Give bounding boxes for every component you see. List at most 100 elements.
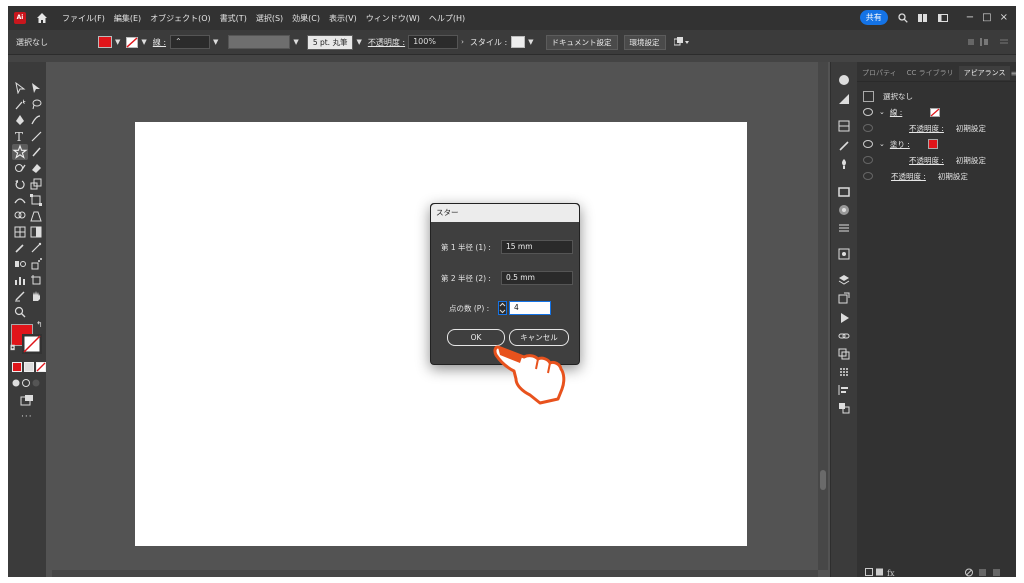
radius2-input[interactable]: 0.5 mm [501, 271, 573, 285]
fill-opacity-row[interactable]: 不透明度 : 初期設定 [857, 152, 1016, 168]
transparency-icon[interactable] [838, 222, 850, 234]
gradient-tool-icon[interactable] [30, 226, 42, 238]
lasso-icon[interactable] [30, 98, 42, 110]
actions-icon[interactable] [838, 312, 850, 324]
close-icon[interactable]: × [1000, 12, 1008, 23]
rotate-tool-icon[interactable] [14, 178, 26, 190]
eyedropper-icon[interactable] [14, 242, 26, 254]
menu-view[interactable]: 表示(V) [329, 13, 357, 24]
chevron-down-icon[interactable]: ▼ [213, 38, 218, 46]
edit-toolbar-icon[interactable]: ··· [21, 412, 33, 422]
eye-icon[interactable] [863, 108, 873, 116]
perspective-grid-icon[interactable] [30, 210, 42, 222]
maximize-icon[interactable]: □ [982, 12, 991, 23]
draw-modes-icon[interactable] [12, 378, 42, 388]
panel-menu-icon[interactable]: ≡ [1010, 69, 1016, 78]
chevron-down-icon[interactable]: ⌄ [879, 108, 885, 116]
width-tool-icon[interactable] [14, 194, 26, 206]
shaper-tool-icon[interactable] [14, 162, 26, 174]
brush-definition[interactable]: 5 pt. 丸筆 [306, 34, 354, 50]
color-panel-icon[interactable] [838, 74, 850, 86]
fill-swatch[interactable] [98, 36, 112, 48]
scale-tool-icon[interactable] [30, 178, 42, 190]
brushes-icon[interactable] [838, 140, 850, 152]
line-tool-icon[interactable] [30, 130, 42, 142]
measure-tool-icon[interactable] [30, 242, 42, 254]
object-opacity-row[interactable]: 不透明度 : 初期設定 [857, 168, 1016, 184]
type-tool-icon[interactable]: T [14, 130, 26, 142]
star-tool-active[interactable] [12, 144, 28, 160]
chevron-down-icon[interactable]: ▼ [115, 38, 120, 46]
stroke-row[interactable]: ⌄ 線 : [857, 104, 1016, 120]
vertical-scrollbar[interactable] [818, 62, 828, 570]
stroke-none-swatch[interactable] [930, 107, 941, 117]
gradient-panel-icon[interactable] [838, 204, 850, 216]
chevron-down-icon[interactable]: ▼ [528, 38, 533, 46]
preferences-button[interactable]: 環境設定 [623, 34, 666, 50]
fill-swatch[interactable] [927, 139, 938, 149]
menu-type[interactable]: 書式(T) [220, 13, 247, 24]
artboard-tool-icon[interactable] [30, 274, 42, 286]
mesh-tool-icon[interactable] [14, 226, 26, 238]
add-new-stroke-icon[interactable]: fx [865, 568, 895, 577]
stroke-row-label[interactable]: 線 : [890, 107, 902, 118]
none-mode-icon[interactable] [36, 362, 46, 372]
curvature-tool-icon[interactable] [30, 114, 42, 126]
column-graph-icon[interactable] [14, 274, 26, 286]
panel-menu-icon[interactable] [968, 37, 1008, 47]
opacity-label[interactable]: 不透明度 : [891, 171, 926, 182]
menu-window[interactable]: ウィンドウ(W) [366, 13, 420, 24]
chevron-down-icon[interactable]: ▼ [293, 38, 298, 46]
share-button[interactable]: 共有 [859, 10, 888, 25]
magic-wand-icon[interactable] [14, 98, 26, 110]
menu-help[interactable]: ヘルプ(H) [429, 13, 465, 24]
links-icon[interactable] [838, 330, 850, 342]
slice-tool-icon[interactable] [14, 290, 26, 302]
document-setup-button[interactable]: ドキュメント設定 [545, 34, 618, 50]
arrange-icon[interactable] [673, 37, 690, 47]
home-icon[interactable] [36, 12, 48, 24]
color-mode-icon[interactable] [12, 362, 22, 372]
direct-selection-tool-icon[interactable] [30, 82, 42, 94]
search-icon[interactable] [898, 12, 908, 23]
fill-row-label[interactable]: 塗り : [890, 139, 910, 150]
swatches-icon[interactable] [838, 120, 850, 132]
selection-tool-icon[interactable] [14, 82, 26, 94]
pathfinder-icon[interactable] [838, 348, 850, 360]
stroke-panel-icon[interactable] [838, 186, 850, 198]
stroke-none-swatch[interactable] [126, 36, 139, 48]
distribute-icon[interactable] [838, 384, 850, 396]
eraser-icon[interactable] [30, 162, 42, 174]
menu-edit[interactable]: 編集(E) [114, 13, 141, 24]
workspace-icon[interactable] [937, 13, 948, 23]
tab-properties[interactable]: プロパティ [857, 66, 902, 80]
chevron-right-icon[interactable]: › [461, 38, 464, 46]
horizontal-scrollbar[interactable] [52, 570, 818, 577]
eye-icon[interactable] [863, 156, 873, 164]
menu-effect[interactable]: 効果(C) [292, 13, 320, 24]
points-input[interactable]: 4 [509, 301, 551, 315]
stroke-width-field[interactable]: ⌃ [170, 35, 211, 49]
symbol-sprayer-icon[interactable] [30, 258, 42, 270]
opacity-field[interactable]: 100% [408, 35, 459, 49]
symbols-icon[interactable] [838, 158, 850, 170]
pen-tool-icon[interactable] [14, 114, 26, 126]
opacity-label[interactable]: 不透明度 : [368, 37, 405, 48]
variable-width-field[interactable] [228, 35, 291, 49]
color-guide-icon[interactable] [838, 93, 850, 105]
fill-row[interactable]: ⌄ 塗り : [857, 136, 1016, 152]
export-icon[interactable] [838, 292, 850, 304]
transform-panel-icon[interactable] [838, 402, 850, 414]
blend-tool-icon[interactable] [14, 258, 26, 270]
eye-icon[interactable] [863, 172, 873, 180]
points-stepper-icon[interactable] [498, 301, 507, 315]
gradient-mode-icon[interactable] [24, 362, 34, 372]
chevron-down-icon[interactable]: ▼ [356, 38, 361, 46]
stroke-color-box[interactable] [22, 334, 42, 354]
eye-icon[interactable] [863, 140, 873, 148]
hand-tool-icon[interactable] [30, 290, 42, 302]
menu-select[interactable]: 選択(S) [256, 13, 283, 24]
screen-mode-icon[interactable] [20, 394, 34, 406]
clear-appearance-icon[interactable] [965, 568, 1005, 577]
minimize-icon[interactable]: − [966, 12, 974, 23]
